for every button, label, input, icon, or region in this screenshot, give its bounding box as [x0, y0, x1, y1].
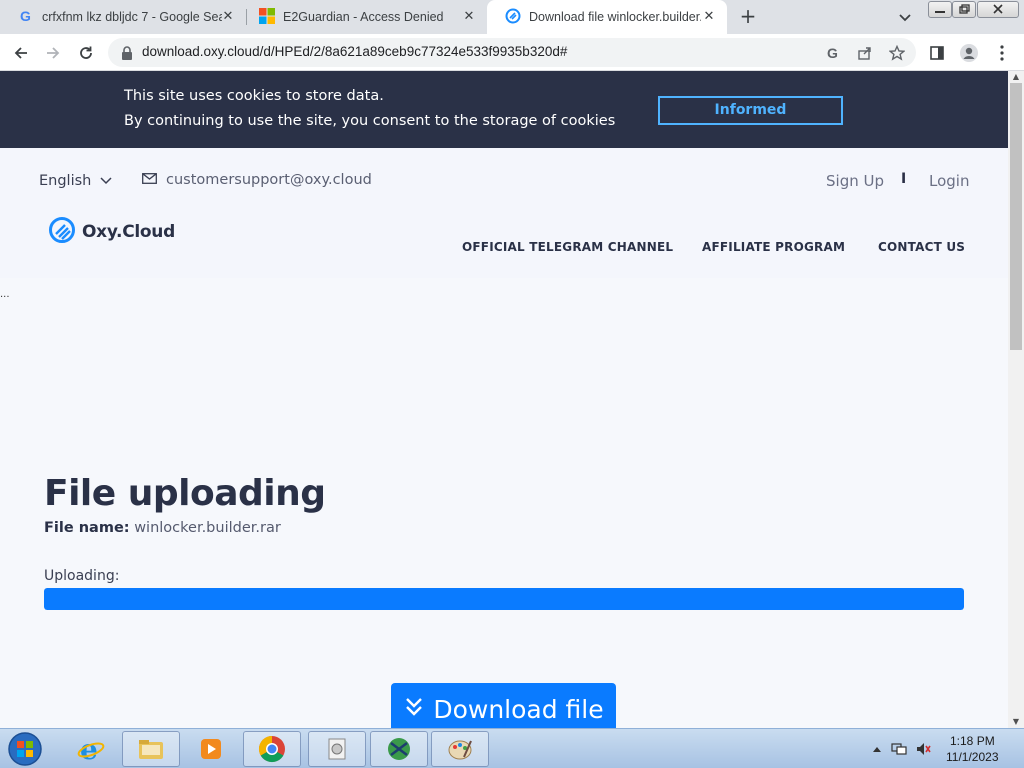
lock-icon[interactable] [118, 44, 136, 62]
google-icon: G [18, 8, 34, 27]
windows-flag-icon [259, 7, 275, 27]
language-label: English [39, 173, 92, 189]
network-globe-icon[interactable] [370, 731, 428, 767]
auth-separator: I [901, 171, 907, 187]
restore-button[interactable] [952, 1, 976, 18]
share-icon[interactable] [856, 44, 874, 62]
tab-title: crfxfnm lkz dbljdc 7 - Google Search [42, 10, 222, 24]
tab-e2guardian[interactable]: E2Guardian - Access Denied ✕ [241, 0, 487, 34]
page-scrollbar[interactable]: ▲ ▼ [1008, 71, 1024, 728]
back-button[interactable] [8, 40, 34, 66]
chevron-down-icon [100, 173, 112, 189]
minimize-button[interactable] [928, 1, 952, 18]
bookmark-star-icon[interactable] [888, 44, 906, 62]
clock-date[interactable]: 11/1/2023 [946, 750, 999, 764]
tab-download-file[interactable]: Download file winlocker.builder.rar ✕ [487, 0, 727, 34]
svg-text:G: G [20, 8, 31, 24]
windows-taskbar: e 1:18 PM 11/1/2023 [0, 728, 1024, 768]
url-text[interactable]: download.oxy.cloud/d/HPEd/2/8a621a89ceb9… [142, 44, 567, 59]
file-name-value: winlocker.builder.rar [134, 520, 281, 536]
close-icon[interactable]: ✕ [701, 9, 717, 25]
oxycloud-logo-icon [48, 216, 76, 248]
profile-avatar-icon[interactable] [956, 40, 982, 66]
menu-kebab-icon[interactable] [989, 40, 1015, 66]
login-link[interactable]: Login [929, 172, 969, 190]
close-icon[interactable]: ✕ [220, 9, 236, 25]
uploading-label: Uploading: [44, 568, 120, 584]
clock-time[interactable]: 1:18 PM [950, 734, 995, 748]
support-email-link[interactable]: customersupport@oxy.cloud [142, 172, 372, 188]
page-title: File uploading [44, 473, 326, 514]
nav-affiliate-program[interactable]: AFFILIATE PROGRAM [702, 240, 845, 254]
chrome-icon[interactable] [243, 731, 301, 767]
tab-google-search[interactable]: G crfxfnm lkz dbljdc 7 - Google Search ✕ [0, 0, 246, 34]
chevron-down-icon[interactable] [896, 8, 914, 26]
paint-icon[interactable] [431, 731, 489, 767]
svg-text:G: G [827, 45, 838, 61]
web-page: This site uses cookies to store data. By… [0, 71, 1008, 728]
oxycloud-icon [505, 8, 521, 27]
ellipsis-text: ... [0, 289, 10, 300]
support-email-text: customersupport@oxy.cloud [166, 172, 372, 188]
logo-text: Oxy.Cloud [82, 222, 175, 242]
media-player-icon[interactable] [182, 731, 240, 767]
cookie-banner: This site uses cookies to store data. By… [0, 71, 1008, 148]
upload-progress-bar [44, 588, 964, 610]
close-icon[interactable]: ✕ [461, 9, 477, 25]
close-window-button[interactable] [977, 1, 1019, 18]
cookie-text-line2: By continuing to use the site, you conse… [124, 113, 616, 129]
new-tab-button[interactable]: + [737, 6, 759, 28]
file-name-label: File name: [44, 520, 130, 536]
double-chevron-down-icon [403, 695, 425, 724]
reload-button[interactable] [73, 40, 99, 66]
google-icon[interactable]: G [824, 44, 842, 62]
browser-toolbar: download.oxy.cloud/d/HPEd/2/8a621a89ceb9… [0, 34, 1024, 71]
scroll-up-arrow-icon[interactable]: ▲ [1008, 71, 1024, 83]
internet-explorer-icon[interactable]: e [62, 731, 120, 767]
site-header: English customersupport@oxy.cloud Sign U… [0, 148, 1008, 278]
sign-up-link[interactable]: Sign Up [826, 172, 884, 190]
scrollbar-thumb[interactable] [1010, 83, 1022, 350]
show-hidden-icons-icon[interactable] [869, 741, 885, 757]
mail-icon [142, 172, 157, 188]
start-button[interactable] [5, 731, 45, 767]
forward-button[interactable] [40, 40, 66, 66]
tab-title: E2Guardian - Access Denied [283, 10, 444, 24]
side-panel-icon[interactable] [924, 40, 950, 66]
upload-progress-fill [44, 588, 964, 610]
disc-app-icon[interactable] [308, 731, 366, 767]
browser-tab-strip: G crfxfnm lkz dbljdc 7 - Google Search ✕… [0, 0, 1024, 34]
file-explorer-icon[interactable] [122, 731, 180, 767]
nav-telegram-channel[interactable]: OFFICIAL TELEGRAM CHANNEL [462, 240, 673, 254]
scroll-down-arrow-icon[interactable]: ▼ [1008, 716, 1024, 728]
nav-contact-us[interactable]: CONTACT US [878, 240, 965, 254]
volume-muted-icon[interactable] [915, 741, 931, 757]
download-button-label: Download file [433, 694, 604, 724]
network-tray-icon[interactable] [891, 741, 907, 757]
site-logo[interactable]: Oxy.Cloud [48, 216, 175, 248]
informed-button[interactable]: Informed [658, 96, 843, 125]
cookie-text-line1: This site uses cookies to store data. [124, 88, 384, 104]
language-select[interactable]: English [39, 173, 112, 189]
tab-title: Download file winlocker.builder.rar [529, 10, 701, 24]
file-name-row: File name: winlocker.builder.rar [44, 520, 281, 536]
download-file-button[interactable]: Download file [391, 683, 616, 728]
address-bar[interactable]: download.oxy.cloud/d/HPEd/2/8a621a89ceb9… [108, 38, 916, 67]
